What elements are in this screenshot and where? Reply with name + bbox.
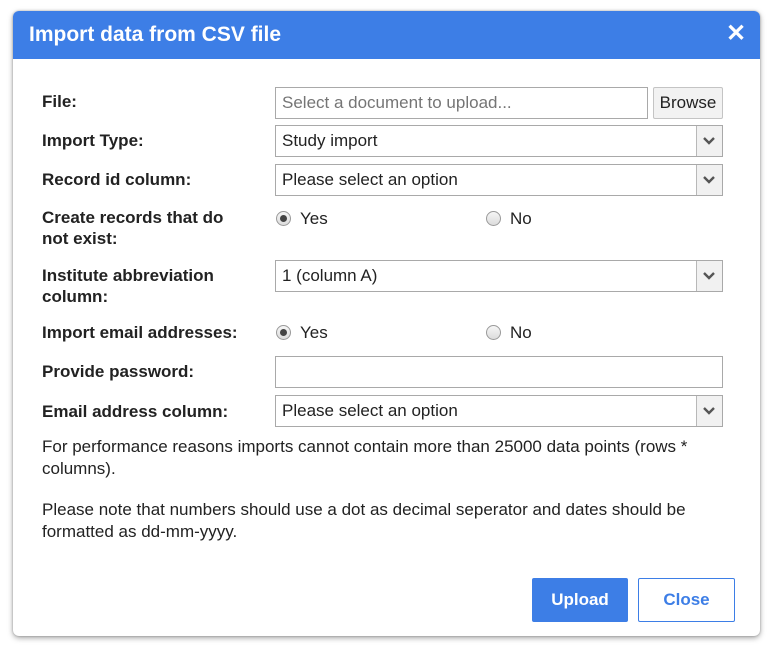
dialog-titlebar: Import data from CSV file ✕ bbox=[13, 11, 760, 59]
file-input[interactable]: Select a document to upload... bbox=[275, 87, 648, 119]
close-icon[interactable]: ✕ bbox=[726, 22, 746, 46]
email-column-value: Please select an option bbox=[282, 401, 458, 420]
close-button[interactable]: Close bbox=[638, 578, 735, 622]
import-type-label: Import Type: bbox=[42, 131, 144, 150]
institute-column-label: Institute abbreviation column: bbox=[42, 266, 214, 306]
email-column-label: Email address column: bbox=[42, 402, 229, 421]
institute-column-select[interactable]: 1 (column A) bbox=[275, 260, 723, 292]
upload-button[interactable]: Upload bbox=[532, 578, 628, 622]
radio-checked-icon bbox=[276, 211, 291, 226]
format-note: Please note that numbers should use a do… bbox=[42, 500, 686, 541]
record-id-column-value: Please select an option bbox=[282, 170, 458, 189]
import-emails-no-label: No bbox=[510, 323, 532, 342]
create-records-no-label: No bbox=[510, 209, 532, 228]
import-emails-yes-label: Yes bbox=[300, 323, 328, 342]
record-id-column-select[interactable]: Please select an option bbox=[275, 164, 723, 196]
radio-unchecked-icon bbox=[486, 325, 501, 340]
browse-button[interactable]: Browse bbox=[653, 87, 723, 119]
file-label: File: bbox=[42, 92, 77, 111]
radio-checked-icon bbox=[276, 325, 291, 340]
password-input[interactable] bbox=[275, 356, 723, 388]
import-emails-label: Import email addresses: bbox=[42, 323, 238, 342]
create-records-yes-label: Yes bbox=[300, 209, 328, 228]
dialog-title: Import data from CSV file bbox=[29, 23, 282, 46]
password-label: Provide password: bbox=[42, 362, 195, 381]
performance-note: For performance reasons imports cannot c… bbox=[42, 437, 688, 478]
create-records-label: Create records that do not exist: bbox=[42, 208, 224, 248]
email-column-select[interactable]: Please select an option bbox=[275, 395, 723, 427]
chevron-down-icon bbox=[696, 165, 722, 195]
import-type-select[interactable]: Study import bbox=[275, 125, 723, 157]
radio-unchecked-icon bbox=[486, 211, 501, 226]
chevron-down-icon bbox=[696, 396, 722, 426]
institute-column-value: 1 (column A) bbox=[282, 266, 378, 285]
import-type-value: Study import bbox=[282, 131, 378, 150]
chevron-down-icon bbox=[696, 261, 722, 291]
chevron-down-icon bbox=[696, 126, 722, 156]
record-id-column-label: Record id column: bbox=[42, 170, 192, 189]
import-dialog: Import data from CSV file ✕ File: Select… bbox=[13, 11, 760, 636]
